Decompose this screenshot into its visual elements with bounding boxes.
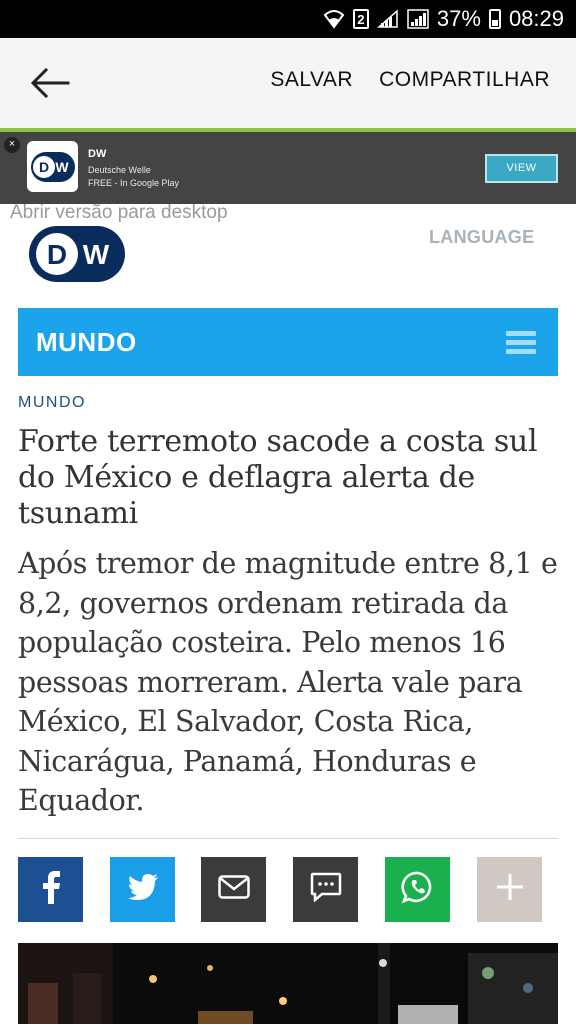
clock: 08:29 [508, 6, 564, 31]
ad-title: DW [88, 148, 107, 160]
sim-slot-badge: 2 [352, 9, 369, 29]
article-lead: Após tremor de magnitude entre 8,1 e 8,2… [18, 547, 558, 817]
svg-text:D: D [38, 159, 48, 175]
signal-icon-2 [407, 9, 429, 29]
ad-view-button[interactable]: VIEW [485, 154, 558, 183]
section-bar: MUNDO [18, 308, 558, 376]
message-icon [310, 872, 342, 907]
whatsapp-share-button[interactable] [385, 857, 450, 922]
svg-text:W: W [55, 159, 69, 175]
sms-share-button[interactable] [293, 857, 358, 922]
article-photo[interactable] [18, 943, 558, 1024]
whatsapp-icon [400, 870, 435, 909]
signal-icon [376, 9, 399, 29]
wifi-icon [323, 9, 345, 29]
menu-icon[interactable] [506, 331, 536, 355]
battery-icon [488, 9, 501, 29]
status-bar: 2 37% 08:29 [0, 0, 576, 38]
desktop-version-link[interactable]: Abrir versão para desktop [10, 202, 228, 224]
ad-banner[interactable]: × D W DW Deutsche Welle FREE - In Google… [0, 132, 576, 204]
dw-logo[interactable]: D W [29, 226, 125, 282]
language-selector[interactable]: LANGUAGE [429, 227, 534, 248]
svg-text:D: D [47, 239, 67, 270]
ad-publisher: Deutsche Welle [88, 165, 151, 175]
plus-icon [495, 872, 525, 907]
divider [18, 838, 558, 839]
app-actions: SALVAR COMPARTILHAR [270, 68, 550, 92]
share-button[interactable]: COMPARTILHAR [379, 68, 550, 92]
twitter-share-button[interactable] [110, 857, 175, 922]
back-arrow-icon[interactable] [28, 64, 74, 102]
article-kicker[interactable]: MUNDO [18, 394, 86, 412]
save-button[interactable]: SALVAR [270, 68, 353, 92]
ad-close-icon[interactable]: × [4, 137, 20, 153]
mail-icon [217, 875, 250, 904]
email-share-button[interactable] [201, 857, 266, 922]
svg-text:W: W [83, 239, 110, 270]
ad-app-logo: D W [27, 141, 78, 192]
article-headline: Forte terremoto sacode a costa sul do Mé… [18, 424, 538, 531]
facebook-icon [41, 870, 61, 909]
twitter-icon [127, 874, 159, 905]
app-bar: SALVAR COMPARTILHAR [0, 38, 576, 128]
battery-percent: 37% [436, 6, 481, 31]
facebook-share-button[interactable] [18, 857, 83, 922]
more-share-button[interactable] [477, 857, 542, 922]
ad-price: FREE - In Google Play [88, 178, 180, 188]
section-title: MUNDO [36, 327, 137, 357]
